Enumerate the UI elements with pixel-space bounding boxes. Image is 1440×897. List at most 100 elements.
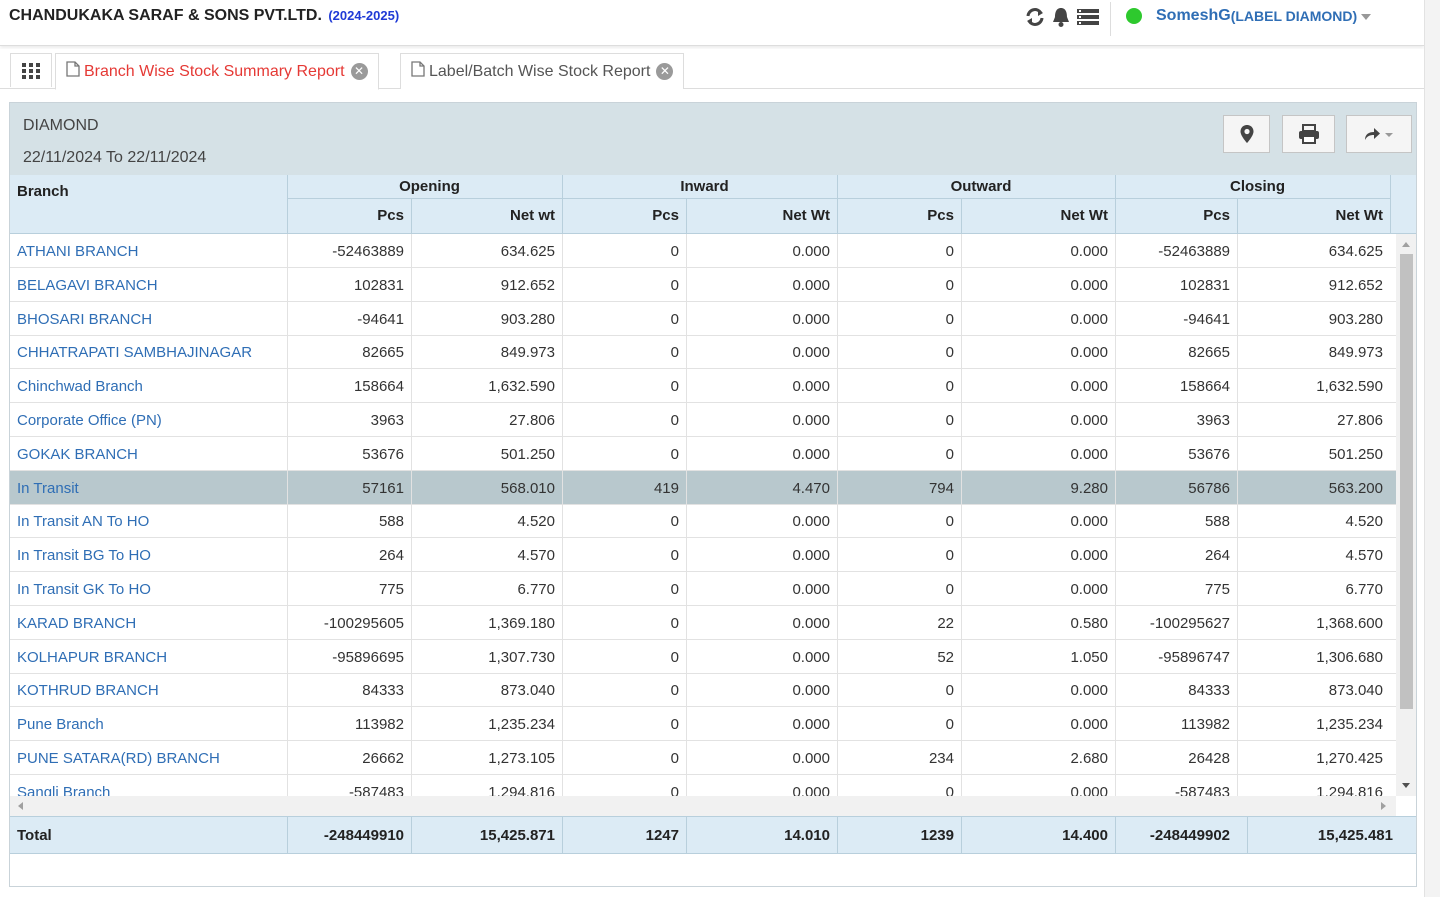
cell-outward-pcs: 22	[937, 614, 954, 632]
column-divider	[686, 335, 687, 369]
column-header-inward-wt[interactable]: Net Wt	[686, 207, 831, 224]
table-row[interactable]: In Transit AN To HO 588 4.520 0 0.000 0 0.000 5…	[10, 504, 1396, 539]
scroll-left-icon[interactable]	[14, 796, 28, 816]
close-icon[interactable]: ✕	[656, 63, 674, 80]
table-body[interactable]: ATHANI BRANCH -52463889 634.625 0 0.000 0 0.00…	[10, 234, 1416, 796]
branch-name[interactable]: Pune Branch	[17, 707, 104, 741]
branch-name[interactable]: BHOSARI BRANCH	[17, 302, 152, 336]
scroll-up-icon[interactable]	[1396, 238, 1416, 252]
apps-grid-icon[interactable]	[10, 53, 52, 87]
scroll-down-icon[interactable]	[1396, 778, 1416, 792]
cell-opening-pcs: 3963	[370, 412, 404, 429]
cell-closing-pcs: 113982	[1181, 716, 1230, 734]
close-icon[interactable]: ✕	[350, 63, 368, 80]
tab-branch-wise-stock-summary[interactable]: Branch Wise Stock Summary Report ✕	[55, 53, 379, 90]
cell-inward-pcs: 0	[670, 344, 679, 362]
branch-name[interactable]: Sangli Branch	[17, 775, 110, 796]
horizontal-scrollbar[interactable]	[10, 796, 1396, 816]
table-row[interactable]: Pune Branch 113982 1,235.234 0 0.000 0 0.000 11…	[10, 707, 1396, 742]
share-button[interactable]	[1346, 115, 1412, 153]
table-row[interactable]: GOKAK BRANCH 53676 501.250 0 0.000 0 0.000 5367…	[10, 436, 1396, 471]
cell-opening-wt: 6.770	[517, 581, 555, 598]
cell-inward-wt: 0.000	[792, 581, 830, 598]
column-header-opening-wt[interactable]: Net wt	[411, 207, 555, 224]
column-divider	[686, 234, 687, 267]
cell-inward-wt: 0.000	[792, 614, 830, 632]
column-header-outward-pcs[interactable]: Pcs	[837, 207, 954, 224]
branch-name[interactable]: In Transit BG To HO	[17, 538, 151, 572]
branch-name[interactable]: KARAD BRANCH	[17, 606, 136, 640]
column-header-opening-pcs[interactable]: Pcs	[287, 207, 404, 224]
column-divider	[1115, 267, 1116, 301]
column-divider	[562, 774, 563, 796]
column-divider	[1237, 504, 1238, 538]
tab-label-batch-wise-stock[interactable]: Label/Batch Wise Stock Report ✕	[400, 53, 685, 89]
branch-name[interactable]: In Transit	[17, 471, 79, 505]
total-row: Total -248449910 15,425.871 1247 14.010 1239 1…	[10, 816, 1416, 854]
column-header-closing-pcs[interactable]: Pcs	[1115, 207, 1230, 224]
column-group-inward: Inward	[680, 178, 729, 195]
cell-inward-pcs: 0	[670, 547, 679, 565]
scroll-thumb[interactable]	[1400, 254, 1413, 709]
cell-outward-wt: 0.580	[1070, 614, 1108, 632]
bell-icon[interactable]	[1050, 6, 1072, 28]
table-row[interactable]: In Transit BG To HO 264 4.570 0 0.000 0 0.000 2…	[10, 538, 1396, 573]
list-icon[interactable]	[1076, 6, 1099, 28]
branch-name[interactable]: KOTHRUD BRANCH	[17, 673, 159, 707]
total-outward-pcs: 1239	[920, 827, 954, 844]
column-header-outward-wt[interactable]: Net Wt	[961, 207, 1109, 224]
column-divider	[961, 741, 962, 774]
branch-name[interactable]: In Transit GK To HO	[17, 572, 151, 606]
branch-name[interactable]: Chinchwad Branch	[17, 369, 143, 403]
column-divider	[562, 470, 563, 504]
cell-opening-pcs: 82665	[362, 344, 404, 362]
branch-name[interactable]: PUNE SATARA(RD) BRANCH	[17, 741, 220, 775]
column-divider	[411, 234, 412, 267]
table-row[interactable]: BHOSARI BRANCH -94641 903.280 0 0.000 0 0.000 -…	[10, 301, 1396, 336]
cell-closing-pcs: 82665	[1188, 344, 1230, 362]
branch-name[interactable]: ATHANI BRANCH	[17, 234, 138, 268]
table-row[interactable]: In Transit GK To HO 775 6.770 0 0.000 0 0.000 7…	[10, 572, 1396, 606]
table-row[interactable]: ATHANI BRANCH -52463889 634.625 0 0.000 0 0.00…	[10, 234, 1396, 268]
branch-name[interactable]: BELAGAVI BRANCH	[17, 268, 158, 302]
column-header-inward-pcs[interactable]: Pcs	[562, 207, 679, 224]
cell-opening-pcs: 53676	[362, 445, 404, 463]
table-row[interactable]: PUNE SATARA(RD) BRANCH 26662 1,273.105 0 0.0…	[10, 741, 1396, 775]
table-row[interactable]: Corporate Office (PN) 3963 27.806 0 0.000 0 0.…	[10, 403, 1396, 437]
header-column-divider	[411, 199, 412, 234]
location-button[interactable]	[1223, 115, 1270, 153]
total-column-divider	[562, 817, 563, 853]
column-header-branch[interactable]: Branch	[17, 183, 69, 200]
cell-closing-pcs: 53676	[1188, 445, 1230, 463]
header-column-divider	[1237, 199, 1238, 234]
branch-name[interactable]: In Transit AN To HO	[17, 504, 149, 538]
total-inward-pcs: 1247	[645, 827, 679, 844]
table-row[interactable]: Chinchwad Branch 158664 1,632.590 0 0.000 0 0.…	[10, 369, 1396, 404]
table-row[interactable]: KOTHRUD BRANCH 84333 873.040 0 0.000 0 0.000 84…	[10, 673, 1396, 708]
cell-outward-wt: 0.000	[1070, 783, 1108, 796]
branch-name[interactable]: GOKAK BRANCH	[17, 437, 138, 471]
table-row[interactable]: KARAD BRANCH -100295605 1,369.180 0 0.000 22 0…	[10, 605, 1396, 640]
branch-name[interactable]: Corporate Office (PN)	[17, 403, 162, 437]
column-header-closing-wt[interactable]: Net Wt	[1237, 207, 1384, 224]
table-row[interactable]: BELAGAVI BRANCH 102831 912.652 0 0.000 0 0.000…	[10, 267, 1396, 302]
table-row[interactable]: Sangli Branch -587483 1,294.816 0 0.000 0 0.00…	[10, 774, 1396, 796]
table-row[interactable]: CHHATRAPATI SAMBHAJINAGAR 82665 849.973 0 0.…	[10, 335, 1396, 370]
cell-inward-wt: 0.000	[792, 378, 830, 396]
cell-inward-wt: 0.000	[792, 682, 830, 700]
header-column-divider	[287, 175, 288, 234]
refresh-icon[interactable]	[1024, 6, 1046, 28]
table-row[interactable]: KOLHAPUR BRANCH -95896695 1,307.730 0 0.000 5…	[10, 639, 1396, 674]
user-menu[interactable]: SomeshG (LABEL DIAMOND)	[1126, 7, 1372, 25]
table-row[interactable]: In Transit 57161 568.010 419 4.470 794 9.280 56…	[10, 470, 1396, 505]
branch-name[interactable]: KOLHAPUR BRANCH	[17, 640, 167, 674]
scroll-right-icon[interactable]	[1376, 796, 1390, 816]
cell-opening-pcs: -95896695	[332, 648, 404, 666]
page-scrollbar[interactable]	[1424, 0, 1440, 897]
branch-name[interactable]: CHHATRAPATI SAMBHAJINAGAR	[17, 335, 252, 369]
print-button[interactable]	[1282, 115, 1335, 153]
report-header: DIAMOND 22/11/2024 To 22/11/2024	[10, 103, 1416, 175]
vertical-scrollbar[interactable]	[1396, 234, 1416, 796]
column-divider	[1237, 673, 1238, 707]
cell-inward-pcs: 0	[670, 614, 679, 632]
